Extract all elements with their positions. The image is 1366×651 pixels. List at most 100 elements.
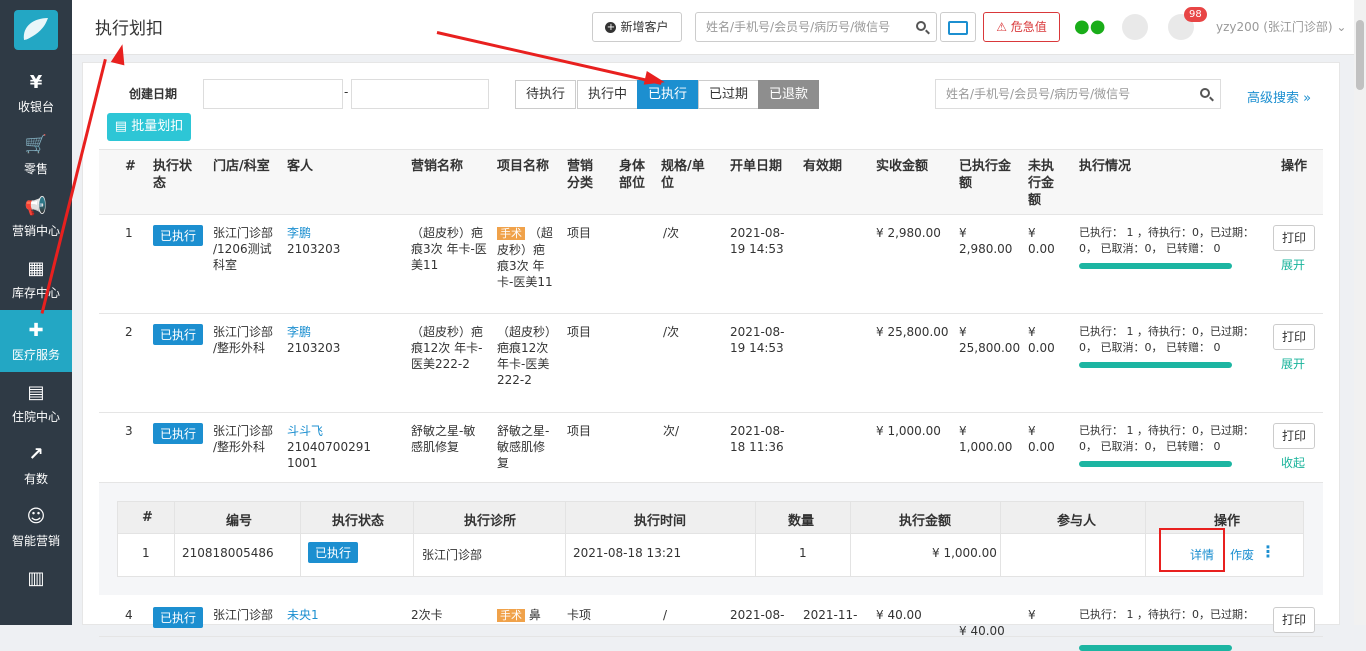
row-customer: 未央1 — [287, 607, 377, 623]
wechat-icon[interactable]: ●● — [1074, 16, 1105, 37]
row-store: 张江门诊部 /整形外科 — [213, 325, 274, 355]
expand-toggle-link[interactable]: 展开 — [1281, 257, 1305, 273]
end-date-input[interactable] — [351, 79, 489, 109]
header-store: 门店/科室 — [213, 159, 270, 174]
sidebar-item-8[interactable]: ▥ — [0, 558, 72, 620]
project-name: 舒敏之星-敏感肌修复 — [497, 424, 550, 470]
sidebar-item-0[interactable]: ¥ 收银台 — [0, 62, 72, 124]
group-users-icon[interactable] — [1122, 14, 1148, 40]
customer-name-link[interactable]: 李鹏 — [287, 226, 311, 240]
row-project: （超皮秒）疤痕12次 年卡-医美222-2 — [497, 324, 555, 388]
executed-currency: ¥ — [959, 325, 967, 339]
sub-header-participants: 参与人 — [1057, 514, 1097, 529]
print-button[interactable]: 打印 — [1273, 324, 1315, 350]
sidebar-item-6[interactable]: ↗ 有数 — [0, 434, 72, 496]
header-spec: 规格/单位 — [661, 159, 705, 191]
customer-id: 2103203 — [287, 341, 341, 355]
scrollbar-thumb[interactable] — [1356, 20, 1364, 90]
row-project: 手术 鼻 — [497, 607, 555, 624]
unexecuted-currency: ¥ — [1028, 325, 1036, 339]
exec-progress-bar — [1079, 461, 1232, 467]
tab-status-4[interactable]: 已退款 — [758, 80, 820, 109]
main-card: 创建日期 - 待执行 执行中 已执行 已过期 已退款 姓名/手机号/会员号/病历号/微信… — [82, 62, 1340, 651]
row-marketing: （超皮秒）疤痕12次 年卡-医美222-2 — [411, 325, 484, 371]
header-customer: 客人 — [287, 159, 314, 174]
tab-status-3[interactable]: 已过期 — [698, 80, 760, 109]
more-menu-icon[interactable]: ⋮ — [1260, 542, 1276, 561]
row-customer: 李鹏 2103203 — [287, 324, 377, 356]
expand-toggle-link[interactable]: 收起 — [1281, 455, 1305, 471]
row-category: 卡项 — [567, 608, 592, 622]
project-name: 鼻 — [528, 608, 541, 622]
alert-icon: ⚠ — [996, 20, 1007, 34]
expand-toggle-link[interactable]: 展开 — [1281, 356, 1305, 372]
sidebar-item-1[interactable]: 🛒 零售 — [0, 124, 72, 186]
header-num: # — [125, 159, 136, 174]
table-header: # 执行状态 门店/科室 客人 营销名称 项目名称 营销分类 身体部位 规格/单… — [99, 149, 1323, 215]
customer-name-link[interactable]: 斗斗飞 — [287, 424, 323, 438]
advanced-search-link[interactable]: 高级搜索 » — [1247, 87, 1311, 106]
yen-icon: ¥ — [29, 72, 43, 93]
row-paid: ¥ 1,000.00 — [876, 424, 941, 438]
sub-header-clinic: 执行诊所 — [464, 514, 517, 529]
sidebar-item-3[interactable]: ▦ 库存中心 — [0, 248, 72, 310]
tab-status-0[interactable]: 待执行 — [515, 80, 577, 109]
search-icon[interactable] — [916, 21, 926, 31]
void-link[interactable]: 作废 — [1230, 546, 1254, 563]
double-chevron-icon: » — [1303, 91, 1312, 106]
unexecuted-amount: 0.00 — [1028, 242, 1055, 256]
row-num: 1 — [125, 226, 133, 240]
sidebar-item-label: 库存中心 — [11, 286, 60, 300]
executed-currency: ¥ — [959, 226, 967, 240]
sidebar-item-label: 零售 — [23, 162, 48, 176]
tab-status-1[interactable]: 执行中 — [577, 80, 639, 109]
detail-link[interactable]: 详情 — [1190, 546, 1214, 563]
sidebar-item-4[interactable]: ✚ 医疗服务 — [0, 310, 72, 372]
app-logo[interactable] — [14, 10, 58, 50]
row-order-date: 2021-08-18 11:36 — [730, 424, 785, 454]
row-project: 手术 （超皮秒）疤痕3次 年卡-医美11 — [497, 225, 555, 290]
executed-amount: 25,800.00 — [959, 341, 1021, 355]
sub-row-num: 1 — [142, 546, 150, 560]
row-exec-info: 已执行： 1 ，待执行：0，已过期：0， 已取消：0， 已转赠： 0 — [1079, 226, 1254, 255]
page-scrollbar[interactable] — [1354, 0, 1366, 625]
print-button[interactable]: 打印 — [1273, 423, 1315, 449]
page-title: 执行划扣 — [95, 19, 163, 39]
executed-amount: 1,000.00 — [959, 440, 1013, 454]
danger-value-button[interactable]: ⚠ 危急值 — [983, 12, 1060, 42]
sidebar-item-7[interactable]: ☺ 智能营销 — [0, 496, 72, 558]
sub-row-amount: ¥ 1,000.00 — [932, 546, 997, 560]
user-menu[interactable]: yzy200 (张江门诊部) ⌄ — [1216, 18, 1346, 35]
table-row: 1 已执行 张江门诊部 /1206测试科室 李鹏 2103203 （超皮秒）疤痕3… — [99, 215, 1323, 314]
print-button[interactable]: 打印 — [1273, 225, 1315, 251]
row-spec: 次/ — [663, 424, 680, 438]
batch-deduct-button[interactable]: ▤ 批量划扣 — [107, 113, 191, 141]
sidebar-item-label: 住院中心 — [11, 410, 60, 424]
header-marketing: 营销名称 — [411, 159, 464, 174]
global-search-input[interactable]: 姓名/手机号/会员号/病历号/微信号 — [695, 12, 937, 42]
robot-icon: ☺ — [26, 506, 46, 527]
row-project: 舒敏之星-敏感肌修复 — [497, 423, 555, 471]
id-card-button[interactable] — [940, 12, 976, 42]
stack-icon: ▤ — [114, 119, 128, 134]
start-date-input[interactable] — [203, 79, 343, 109]
unexecuted-currency: ¥ — [1028, 608, 1036, 622]
header-project: 项目名称 — [497, 159, 550, 174]
header-body-part: 身体部位 — [619, 159, 646, 191]
sidebar-item-5[interactable]: ▤ 住院中心 — [0, 372, 72, 434]
sub-row-status-badge: 已执行 — [308, 542, 359, 563]
row-order-date: 2021-08-19 14:53 — [730, 325, 785, 355]
customer-name-link[interactable]: 李鹏 — [287, 325, 311, 339]
search-icon[interactable] — [1200, 88, 1210, 98]
unexecuted-amount: 0.00 — [1028, 341, 1055, 355]
header-status: 执行状态 — [153, 159, 193, 191]
unexecuted-currency: ¥ — [1028, 424, 1036, 438]
row-exec-info: 已执行： 1 ，待执行：0，已过期：0， 已取消：0， 已转赠： 0 — [1079, 325, 1254, 354]
new-customer-button[interactable]: + 新增客户 — [592, 12, 682, 42]
filter-search-input[interactable]: 姓名/手机号/会员号/病历号/微信号 — [935, 79, 1221, 109]
sub-header-qty: 数量 — [788, 514, 815, 529]
row-marketing: （超皮秒）疤痕3次 年卡-医美11 — [411, 226, 487, 272]
row-num: 2 — [125, 325, 133, 339]
print-button[interactable]: 打印 — [1273, 607, 1315, 633]
customer-name-link[interactable]: 未央1 — [287, 608, 319, 622]
